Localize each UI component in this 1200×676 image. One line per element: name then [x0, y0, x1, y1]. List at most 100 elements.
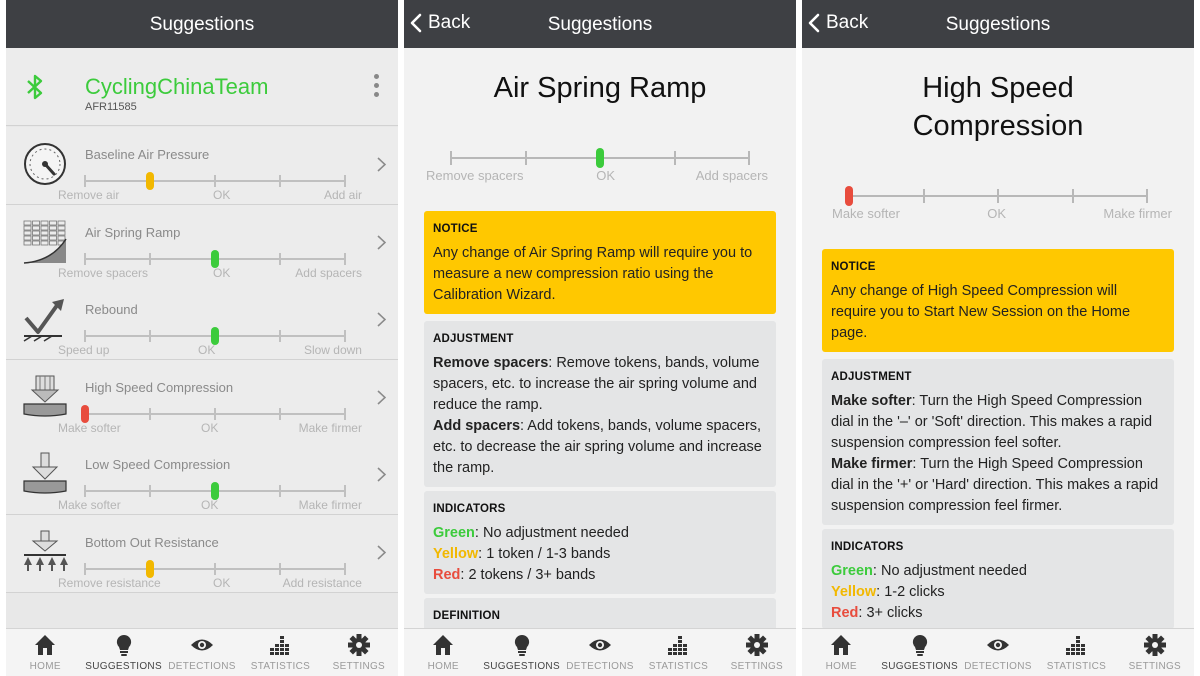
- slider-tick: [524, 151, 527, 165]
- mini-slider-labels: Remove resistance OK Add resistance: [58, 576, 362, 590]
- mini-slider-labels: Make softer OK Make firmer: [58, 498, 362, 512]
- tab-label: DETECTIONS: [168, 661, 236, 672]
- tab-label: STATISTICS: [648, 661, 709, 672]
- slider-labels: Remove spacers OK Add spacers: [426, 168, 768, 183]
- tab-detections[interactable]: DETECTIONS: [163, 629, 241, 676]
- notice-heading: NOTICE: [831, 261, 876, 273]
- indicator-yellow: Yellow: [433, 546, 479, 562]
- tab-settings[interactable]: SETTINGS: [320, 629, 398, 676]
- tab-suggestions[interactable]: SUGGESTIONS: [84, 629, 162, 676]
- suggestion-row[interactable]: Air Spring Ramp Remove spacers OK Add space…: [6, 204, 398, 283]
- low-speed-compression-icon: [22, 451, 68, 497]
- tab-label: DETECTIONS: [964, 661, 1032, 672]
- chevron-right-icon: [377, 234, 386, 250]
- tab-settings[interactable]: SETTINGS: [1116, 629, 1194, 676]
- suggestion-row[interactable]: Rebound Speed up OK Slow down: [6, 282, 398, 360]
- mini-slider: [84, 559, 346, 578]
- mini-slider: [84, 172, 346, 190]
- tab-label: SETTINGS: [332, 661, 386, 672]
- slider-tick: [279, 562, 281, 575]
- tab-settings[interactable]: SETTINGS: [718, 629, 796, 676]
- slider-tick: [279, 175, 281, 187]
- indicator-yellow: Yellow: [831, 584, 877, 600]
- page-title-line-1: High Speed: [922, 72, 1074, 104]
- air-spring-ramp-screen: Back Suggestions Air Spring Ramp Remove …: [404, 0, 796, 676]
- slider-tick: [344, 485, 346, 497]
- tab-label: STATISTICS: [1046, 661, 1107, 672]
- mini-slider-labels: Speed up OK Slow down: [58, 343, 362, 357]
- nav-bar: Back Suggestions: [802, 0, 1194, 48]
- adjustment-term: Make softer: [831, 393, 912, 409]
- slider-right-label: Make firmer: [1103, 206, 1172, 221]
- suggestion-row[interactable]: High Speed Compression Make softer OK Make …: [6, 359, 398, 438]
- tab-suggestions[interactable]: SUGGESTIONS: [482, 629, 560, 676]
- indicator-text: : 2 tokens / 3+ bands: [460, 567, 596, 583]
- slider-thumb: [596, 148, 604, 168]
- tab-detections[interactable]: DETECTIONS: [561, 629, 639, 676]
- indicator-text: : 3+ clicks: [858, 605, 923, 621]
- adjustment-term: Remove spacers: [433, 355, 549, 371]
- adjustment-heading: ADJUSTMENT: [433, 333, 514, 345]
- bluetooth-icon: [27, 74, 43, 100]
- slider-tick: [344, 175, 346, 187]
- page-title: Air Spring Ramp: [493, 72, 707, 104]
- high-speed-compression-icon: [22, 374, 68, 420]
- rebound-icon: [22, 296, 68, 342]
- slider-tick: [149, 330, 151, 342]
- notice-card: NOTICE Any change of High Speed Compress…: [822, 249, 1174, 352]
- slider-right-label: Make firmer: [298, 498, 362, 512]
- slider-tick: [84, 485, 86, 497]
- indicator-text: : No adjustment needed: [872, 563, 1027, 579]
- slider-tick: [84, 175, 86, 187]
- indicator-green: Green: [433, 525, 475, 541]
- chevron-right-icon: [377, 157, 386, 172]
- notice-text: Any change of Air Spring Ramp will requi…: [433, 245, 753, 303]
- definition-heading: DEFINITION: [433, 610, 501, 622]
- indicators-heading: INDICATORS: [831, 541, 904, 553]
- tab-bar: HOME SUGGESTIONS DETECTIONS STATISTICS SETTI…: [802, 628, 1194, 676]
- device-header[interactable]: CyclingChinaTeam AFR11585: [6, 48, 398, 126]
- adjustment-term: Make firmer: [831, 456, 913, 472]
- slider-right-label: Add spacers: [295, 265, 362, 280]
- device-name: CyclingChinaTeam: [85, 74, 269, 99]
- slider-mid-label: OK: [596, 168, 616, 183]
- chevron-right-icon: [377, 467, 386, 482]
- slider-labels: Make softer OK Make firmer: [832, 206, 1172, 221]
- nav-bar: Back Suggestions: [404, 0, 796, 48]
- notice-heading: NOTICE: [433, 223, 478, 235]
- nav-title: Suggestions: [149, 14, 255, 35]
- slider-right-label: Add air: [323, 188, 362, 202]
- tab-home[interactable]: HOME: [802, 629, 880, 676]
- chevron-right-icon: [377, 312, 386, 327]
- indicator-text: : No adjustment needed: [474, 525, 629, 541]
- slider-mid-label: OK: [987, 206, 1007, 221]
- slider-tick: [84, 562, 86, 575]
- slider-tick: [673, 151, 676, 165]
- tab-statistics[interactable]: STATISTICS: [1037, 629, 1115, 676]
- slider-left-label: Remove spacers: [426, 168, 524, 183]
- tab-home[interactable]: HOME: [6, 629, 84, 676]
- slider-tick: [279, 330, 281, 342]
- mini-slider-labels: Make softer OK Make firmer: [58, 421, 362, 435]
- slider-left-label: Remove air: [58, 188, 120, 202]
- device-id: AFR11585: [85, 101, 137, 113]
- slider-mid-label: OK: [212, 575, 231, 590]
- suggestion-row[interactable]: Bottom Out Resistance Remove resistance OK…: [6, 514, 398, 593]
- suggestion-row[interactable]: Baseline Air Pressure Remove air OK Add air: [6, 127, 398, 205]
- tab-home[interactable]: HOME: [404, 629, 482, 676]
- tab-statistics[interactable]: STATISTICS: [639, 629, 717, 676]
- notice-card: NOTICE Any change of Air Spring Ramp wil…: [424, 211, 776, 314]
- adjustment-term: Add spacers: [433, 418, 521, 434]
- more-options-icon[interactable]: [374, 74, 382, 101]
- tab-label: SUGGESTIONS: [483, 661, 560, 672]
- slider-tick: [279, 485, 281, 497]
- suggestion-row[interactable]: Low Speed Compression Make softer OK Make f…: [6, 437, 398, 515]
- slider-tick: [84, 252, 86, 265]
- tab-detections[interactable]: DETECTIONS: [959, 629, 1037, 676]
- suggestions-screen: Suggestions CyclingChinaTeam AFR11585 Ba…: [6, 0, 398, 676]
- tab-statistics[interactable]: STATISTICS: [241, 629, 319, 676]
- tab-suggestions[interactable]: SUGGESTIONS: [880, 629, 958, 676]
- chevron-right-icon: [377, 544, 386, 560]
- tab-label: SUGGESTIONS: [881, 661, 958, 672]
- slider-thumb: [845, 186, 853, 206]
